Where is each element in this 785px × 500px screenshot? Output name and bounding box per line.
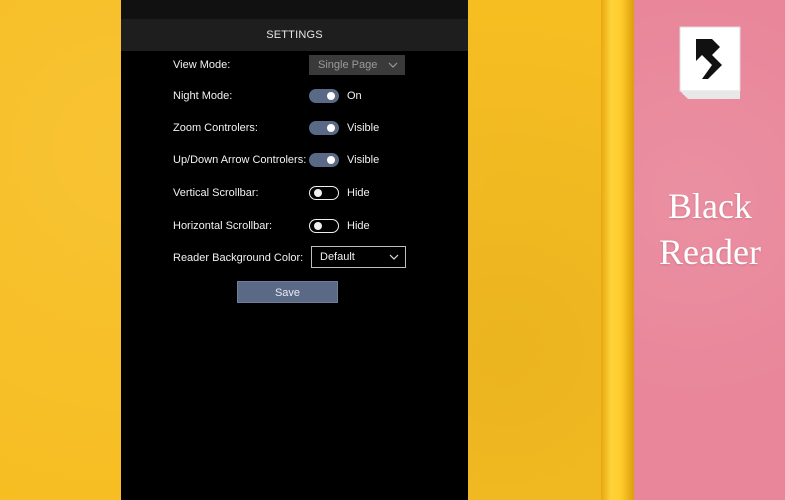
background-color-row: Reader Background Color: Default	[121, 246, 468, 268]
horizontal-scrollbar-label: Horizontal Scrollbar:	[173, 220, 273, 232]
zoom-controls-toggle[interactable]	[309, 121, 339, 135]
yellow-pipe	[601, 0, 635, 500]
background-color-label: Reader Background Color:	[173, 252, 304, 264]
night-mode-toggle[interactable]	[309, 89, 339, 103]
view-mode-label: View Mode:	[173, 59, 231, 71]
background-color-value: Default	[320, 251, 355, 263]
toggle-knob	[313, 221, 322, 230]
view-mode-dropdown[interactable]: Single Page	[309, 55, 405, 75]
toggle-knob	[327, 156, 335, 164]
arrow-controls-label: Up/Down Arrow Controlers:	[173, 154, 307, 166]
zoom-controls-state: Visible	[347, 122, 380, 134]
zoom-controls-label: Zoom Controlers:	[173, 122, 258, 134]
arrow-controls-state: Visible	[347, 154, 380, 166]
view-mode-value: Single Page	[318, 59, 378, 71]
horizontal-scrollbar-toggle[interactable]	[309, 219, 339, 233]
horizontal-scrollbar-state: Hide	[347, 220, 370, 232]
zoom-controls-row: Zoom Controlers: Visible	[121, 118, 468, 138]
brand-name-line1: Black	[668, 186, 752, 226]
background-color-dropdown[interactable]: Default	[311, 246, 406, 268]
black-reader-logo-icon	[679, 26, 741, 99]
toggle-knob	[327, 92, 335, 100]
settings-header: SETTINGS	[121, 19, 468, 51]
settings-window: SETTINGS View Mode: Single Page Night Mo…	[121, 0, 468, 500]
vertical-scrollbar-row: Vertical Scrollbar: Hide	[121, 183, 468, 203]
chevron-down-icon	[388, 62, 398, 68]
toggle-knob	[327, 124, 335, 132]
title-bar	[121, 0, 468, 19]
chevron-down-icon	[389, 254, 399, 260]
brand-name-line2: Reader	[659, 232, 761, 272]
arrow-controls-row: Up/Down Arrow Controlers: Visible	[121, 150, 468, 170]
vertical-scrollbar-toggle[interactable]	[309, 186, 339, 200]
arrow-controls-toggle[interactable]	[309, 153, 339, 167]
night-mode-label: Night Mode:	[173, 90, 233, 102]
view-mode-row: View Mode: Single Page	[121, 55, 468, 75]
vertical-scrollbar-state: Hide	[347, 187, 370, 199]
brand-name: Black Reader	[640, 183, 780, 275]
night-mode-state: On	[347, 90, 362, 102]
vertical-scrollbar-label: Vertical Scrollbar:	[173, 187, 259, 199]
save-button[interactable]: Save	[237, 281, 338, 303]
night-mode-row: Night Mode: On	[121, 86, 468, 106]
horizontal-scrollbar-row: Horizontal Scrollbar: Hide	[121, 216, 468, 236]
toggle-knob	[313, 188, 322, 197]
